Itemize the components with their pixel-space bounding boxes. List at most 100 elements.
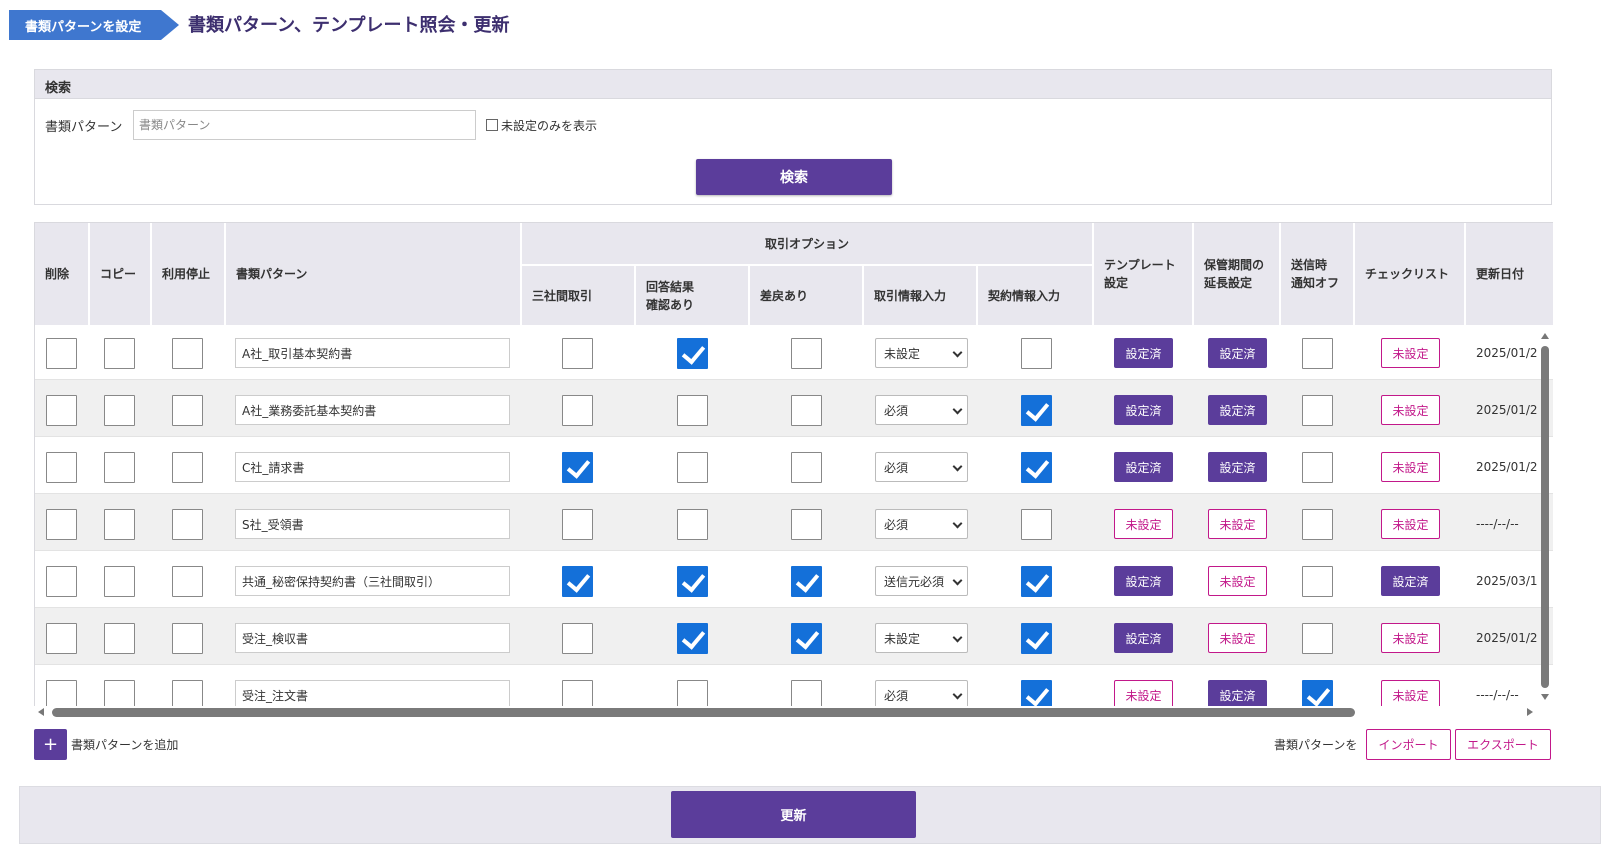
notify-off-checkbox[interactable] xyxy=(1302,680,1333,706)
template-button[interactable]: 未設定 xyxy=(1114,680,1173,706)
suspend-checkbox[interactable] xyxy=(172,338,203,369)
retention-button[interactable]: 設定済 xyxy=(1208,452,1267,482)
trade-info-select[interactable]: 未設定 xyxy=(875,338,968,368)
three-party-checkbox[interactable] xyxy=(562,338,593,369)
contract-info-checkbox[interactable] xyxy=(1021,623,1052,654)
template-button[interactable]: 未設定 xyxy=(1114,509,1173,539)
suspend-checkbox[interactable] xyxy=(172,509,203,540)
answer-confirm-checkbox[interactable] xyxy=(677,566,708,597)
retention-button[interactable]: 未設定 xyxy=(1208,566,1267,596)
retention-button[interactable]: 未設定 xyxy=(1208,623,1267,653)
search-input[interactable] xyxy=(133,110,476,140)
notify-off-checkbox[interactable] xyxy=(1302,395,1333,426)
copy-checkbox[interactable] xyxy=(104,395,135,426)
answer-confirm-checkbox[interactable] xyxy=(677,395,708,426)
contract-info-checkbox[interactable] xyxy=(1021,452,1052,483)
pattern-name-input[interactable]: S社_受領書 xyxy=(235,509,510,539)
three-party-checkbox[interactable] xyxy=(562,566,593,597)
notify-off-checkbox[interactable] xyxy=(1302,509,1333,540)
notify-off-checkbox[interactable] xyxy=(1302,623,1333,654)
pattern-name-input[interactable]: A社_取引基本契約書 xyxy=(235,338,510,368)
delete-checkbox[interactable] xyxy=(46,452,77,483)
retention-button[interactable]: 設定済 xyxy=(1208,680,1267,706)
answer-confirm-checkbox[interactable] xyxy=(677,338,708,369)
checklist-button[interactable]: 未設定 xyxy=(1381,509,1440,539)
search-button[interactable]: 検索 xyxy=(696,159,892,195)
contract-info-checkbox[interactable] xyxy=(1021,509,1052,540)
delete-checkbox[interactable] xyxy=(46,509,77,540)
pattern-name-input[interactable]: A社_業務委託基本契約書 xyxy=(235,395,510,425)
notify-off-checkbox[interactable] xyxy=(1302,566,1333,597)
copy-checkbox[interactable] xyxy=(104,623,135,654)
three-party-checkbox[interactable] xyxy=(562,509,593,540)
return-checkbox[interactable] xyxy=(791,509,822,540)
delete-checkbox[interactable] xyxy=(46,680,77,706)
template-button[interactable]: 設定済 xyxy=(1114,338,1173,368)
three-party-checkbox[interactable] xyxy=(562,452,593,483)
scroll-right-icon[interactable] xyxy=(1527,708,1533,716)
checklist-button[interactable]: 未設定 xyxy=(1381,452,1440,482)
scroll-left-icon[interactable] xyxy=(38,708,44,716)
return-checkbox[interactable] xyxy=(791,680,822,706)
trade-info-select[interactable]: 送信元必須 xyxy=(875,566,968,596)
suspend-checkbox[interactable] xyxy=(172,623,203,654)
unset-only-toggle[interactable]: 未設定のみを表示 xyxy=(486,117,597,134)
copy-checkbox[interactable] xyxy=(104,338,135,369)
return-checkbox[interactable] xyxy=(791,566,822,597)
checklist-button[interactable]: 未設定 xyxy=(1381,680,1440,706)
contract-info-checkbox[interactable] xyxy=(1021,566,1052,597)
answer-confirm-checkbox[interactable] xyxy=(677,509,708,540)
scroll-down-icon[interactable] xyxy=(1541,694,1549,700)
contract-info-checkbox[interactable] xyxy=(1021,338,1052,369)
trade-info-select[interactable]: 必須 xyxy=(875,680,968,706)
retention-button[interactable]: 設定済 xyxy=(1208,338,1267,368)
copy-checkbox[interactable] xyxy=(104,509,135,540)
pattern-name-input[interactable]: C社_請求書 xyxy=(235,452,510,482)
vertical-scroll-thumb[interactable] xyxy=(1541,346,1549,688)
template-button[interactable]: 設定済 xyxy=(1114,452,1173,482)
import-button[interactable]: インポート xyxy=(1366,729,1451,760)
trade-info-select[interactable]: 必須 xyxy=(875,452,968,482)
checklist-button[interactable]: 設定済 xyxy=(1381,566,1440,596)
three-party-checkbox[interactable] xyxy=(562,395,593,426)
checklist-button[interactable]: 未設定 xyxy=(1381,338,1440,368)
notify-off-checkbox[interactable] xyxy=(1302,452,1333,483)
horizontal-scroll-thumb[interactable] xyxy=(52,708,1355,717)
answer-confirm-checkbox[interactable] xyxy=(677,452,708,483)
trade-info-select[interactable]: 必須 xyxy=(875,395,968,425)
three-party-checkbox[interactable] xyxy=(562,623,593,654)
pattern-name-input[interactable]: 受注_検収書 xyxy=(235,623,510,653)
delete-checkbox[interactable] xyxy=(46,338,77,369)
copy-checkbox[interactable] xyxy=(104,680,135,706)
copy-checkbox[interactable] xyxy=(104,566,135,597)
scroll-up-icon[interactable] xyxy=(1541,333,1549,339)
suspend-checkbox[interactable] xyxy=(172,452,203,483)
return-checkbox[interactable] xyxy=(791,395,822,426)
return-checkbox[interactable] xyxy=(791,338,822,369)
suspend-checkbox[interactable] xyxy=(172,395,203,426)
delete-checkbox[interactable] xyxy=(46,566,77,597)
delete-checkbox[interactable] xyxy=(46,623,77,654)
answer-confirm-checkbox[interactable] xyxy=(677,680,708,706)
unset-only-checkbox[interactable] xyxy=(486,119,498,131)
checklist-button[interactable]: 未設定 xyxy=(1381,395,1440,425)
notify-off-checkbox[interactable] xyxy=(1302,338,1333,369)
suspend-checkbox[interactable] xyxy=(172,566,203,597)
contract-info-checkbox[interactable] xyxy=(1021,680,1052,706)
three-party-checkbox[interactable] xyxy=(562,680,593,706)
copy-checkbox[interactable] xyxy=(104,452,135,483)
retention-button[interactable]: 設定済 xyxy=(1208,395,1267,425)
pattern-name-input[interactable]: 共通_秘密保持契約書（三社間取引） xyxy=(235,566,510,596)
checklist-button[interactable]: 未設定 xyxy=(1381,623,1440,653)
return-checkbox[interactable] xyxy=(791,452,822,483)
retention-button[interactable]: 未設定 xyxy=(1208,509,1267,539)
contract-info-checkbox[interactable] xyxy=(1021,395,1052,426)
template-button[interactable]: 設定済 xyxy=(1114,395,1173,425)
update-button[interactable]: 更新 xyxy=(671,791,916,838)
pattern-name-input[interactable]: 受注_注文書 xyxy=(235,680,510,706)
suspend-checkbox[interactable] xyxy=(172,680,203,706)
trade-info-select[interactable]: 必須 xyxy=(875,509,968,539)
return-checkbox[interactable] xyxy=(791,623,822,654)
breadcrumb[interactable]: 書類パターンを設定 xyxy=(9,10,179,40)
trade-info-select[interactable]: 未設定 xyxy=(875,623,968,653)
